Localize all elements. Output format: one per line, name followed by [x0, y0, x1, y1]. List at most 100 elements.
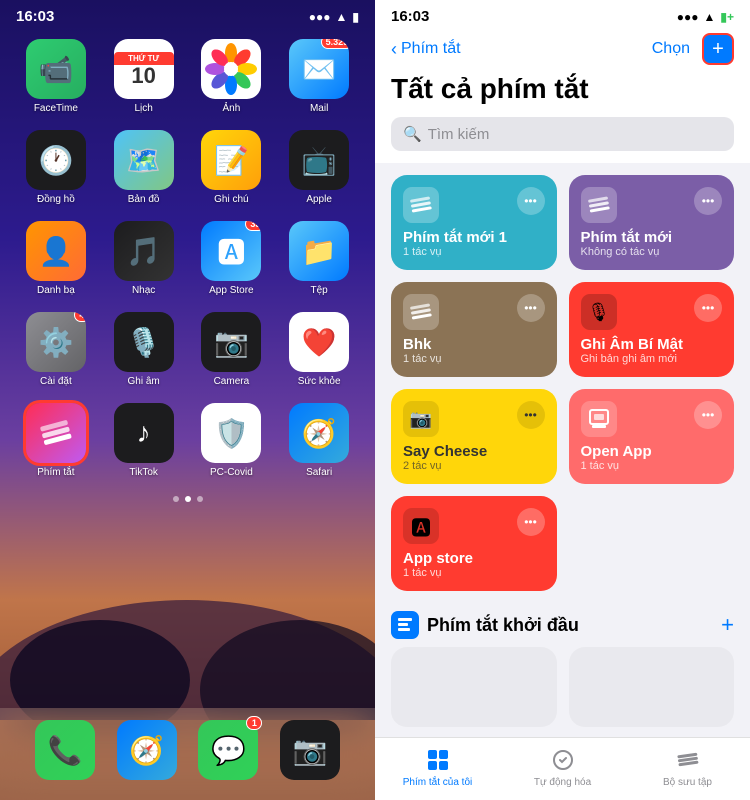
- notes-label: Ghi chú: [214, 194, 248, 205]
- shortcut-card-5[interactable]: 📷 ••• Say Cheese 2 tác vụ: [391, 389, 557, 484]
- card-menu-7[interactable]: •••: [517, 508, 545, 536]
- card-menu-1[interactable]: •••: [517, 187, 545, 215]
- back-label: Phím tắt: [401, 40, 461, 58]
- dot-3: [197, 496, 203, 502]
- appstore-label: App Store: [209, 285, 253, 296]
- wifi-icon: ▲: [336, 10, 348, 24]
- tab-gallery[interactable]: Bộ sưu tập: [625, 746, 750, 788]
- shortcut-card-1[interactable]: ••• Phím tắt mới 1 1 tác vụ: [391, 175, 557, 270]
- shortcut-card-6[interactable]: ••• Open App 1 tác vụ: [569, 389, 735, 484]
- shortcut-card-4[interactable]: 🎙 ••• Ghi Âm Bí Mật Ghi bản ghi âm mới: [569, 282, 735, 377]
- search-input[interactable]: 🔍 Tìm kiếm: [391, 117, 734, 151]
- card-icon-6: [581, 401, 617, 437]
- settings-icon: ⚙️ 4: [26, 312, 86, 372]
- tab-my-shortcuts-label: Phím tắt của tôi: [403, 777, 472, 788]
- app-maps[interactable]: 🗺️ Bản đồ: [108, 130, 180, 205]
- shortcut-card-7[interactable]: 🅰 ••• App store 1 tác vụ: [391, 496, 557, 591]
- app-apple[interactable]: 📺 Apple: [283, 130, 355, 205]
- card-icon-5: 📷: [403, 401, 439, 437]
- shortcuts-row-3: 📷 ••• Say Cheese 2 tác vụ: [391, 389, 734, 484]
- status-icons-left: ●●● ▲ ▮: [309, 10, 359, 24]
- card-icon-7: 🅰: [403, 508, 439, 544]
- appstore-icon: 🅰 33: [201, 221, 261, 281]
- dock-camera[interactable]: 📷: [280, 720, 340, 780]
- card-title-3: Bhk 1 tác vụ: [403, 332, 545, 365]
- starter-shortcut-2[interactable]: [569, 647, 735, 727]
- card-header-2: •••: [581, 187, 723, 223]
- shortcuts-grid: ••• Phím tắt mới 1 1 tác vụ: [375, 163, 750, 737]
- card-icon-1: [403, 187, 439, 223]
- section-add-button[interactable]: +: [721, 612, 734, 638]
- shortcut-card-3[interactable]: ••• Bhk 1 tác vụ: [391, 282, 557, 377]
- shortcuts-row-4: 🅰 ••• App store 1 tác vụ: [391, 496, 734, 591]
- mail-icon: ✉️ 5.329: [289, 39, 349, 99]
- starter-shortcut-1[interactable]: [391, 647, 557, 727]
- safari-icon: 🧭: [289, 403, 349, 463]
- choose-button[interactable]: Chọn: [652, 40, 690, 58]
- battery-icon: ▮: [352, 10, 359, 24]
- card-menu-4[interactable]: •••: [694, 294, 722, 322]
- add-shortcut-button[interactable]: +: [702, 33, 734, 65]
- app-pc-covid[interactable]: 🛡️ PC-Covid: [196, 403, 268, 478]
- app-settings[interactable]: ⚙️ 4 Cài đặt: [20, 312, 92, 387]
- recorder-icon: 🎙️: [114, 312, 174, 372]
- app-facetime[interactable]: 📹 FaceTime: [20, 39, 92, 114]
- app-music[interactable]: 🎵 Nhạc: [108, 221, 180, 296]
- tab-automation[interactable]: Tự động hóa: [500, 746, 625, 788]
- search-bar-container: 🔍 Tìm kiếm: [375, 117, 750, 163]
- time-left: 16:03: [16, 8, 54, 25]
- tiktok-icon: ♪: [114, 403, 174, 463]
- app-calendar[interactable]: THỨ TƯ 10 Lịch: [108, 39, 180, 114]
- app-files[interactable]: 📁 Tệp: [283, 221, 355, 296]
- maps-label: Bản đồ: [128, 194, 160, 205]
- app-camera[interactable]: 📷 Camera: [196, 312, 268, 387]
- app-appstore[interactable]: 🅰 33 App Store: [196, 221, 268, 296]
- card-menu-6[interactable]: •••: [694, 401, 722, 429]
- files-label: Tệp: [311, 285, 328, 296]
- tab-automation-label: Tự động hóa: [534, 777, 591, 788]
- section-icon: [391, 611, 419, 639]
- app-mail[interactable]: ✉️ 5.329 Mail: [283, 39, 355, 114]
- apple-icon: 📺: [289, 130, 349, 190]
- card-header-5: 📷 •••: [403, 401, 545, 437]
- status-icons-right: ●●● ▲ ▮+: [677, 10, 734, 24]
- notes-icon: 📝: [201, 130, 261, 190]
- app-contacts[interactable]: 👤 Danh bạ: [20, 221, 92, 296]
- search-icon: 🔍: [403, 125, 422, 143]
- card-menu-3[interactable]: •••: [517, 294, 545, 322]
- status-bar-right: 16:03 ●●● ▲ ▮+: [375, 0, 750, 29]
- app-shortcuts[interactable]: Phím tắt: [20, 403, 92, 478]
- signal-icon: ●●●: [309, 10, 331, 24]
- app-safari[interactable]: 🧭 Safari: [283, 403, 355, 478]
- app-clock[interactable]: 🕐 Đồng hồ: [20, 130, 92, 205]
- card-header-6: •••: [581, 401, 723, 437]
- dock-messages[interactable]: 💬 1: [198, 720, 258, 780]
- empty-card-slot: [569, 496, 735, 591]
- shortcuts-row-1: ••• Phím tắt mới 1 1 tác vụ: [391, 175, 734, 270]
- back-button[interactable]: ‹ Phím tắt: [391, 39, 461, 60]
- facetime-icon: 📹: [26, 39, 86, 99]
- dock-safari[interactable]: 🧭: [117, 720, 177, 780]
- dot-1: [173, 496, 179, 502]
- photos-icon: [201, 39, 261, 99]
- app-tiktok[interactable]: ♪ TikTok: [108, 403, 180, 478]
- health-label: Sức khỏe: [298, 376, 341, 387]
- music-icon: 🎵: [114, 221, 174, 281]
- app-notes[interactable]: 📝 Ghi chú: [196, 130, 268, 205]
- card-title-5: Say Cheese 2 tác vụ: [403, 439, 545, 472]
- card-menu-2[interactable]: •••: [694, 187, 722, 215]
- app-recorder[interactable]: 🎙️ Ghi âm: [108, 312, 180, 387]
- card-menu-5[interactable]: •••: [517, 401, 545, 429]
- app-photos[interactable]: Ảnh: [196, 39, 268, 114]
- shortcuts-app: 16:03 ●●● ▲ ▮+ ‹ Phím tắt Chọn + Tất cả …: [375, 0, 750, 800]
- card-title-2: Phím tắt mới Không có tác vụ: [581, 225, 723, 258]
- app-health[interactable]: ❤️ Sức khỏe: [283, 312, 355, 387]
- appstore-badge: 33: [245, 221, 261, 231]
- dock-phone[interactable]: 📞: [35, 720, 95, 780]
- shortcut-card-2[interactable]: ••• Phím tắt mới Không có tác vụ: [569, 175, 735, 270]
- facetime-label: FaceTime: [34, 103, 78, 114]
- tab-my-shortcuts[interactable]: Phím tắt của tôi: [375, 746, 500, 788]
- section-title-text: Phím tắt khởi đầu: [427, 615, 579, 636]
- plus-icon: +: [712, 38, 724, 61]
- page-indicator: [0, 488, 375, 510]
